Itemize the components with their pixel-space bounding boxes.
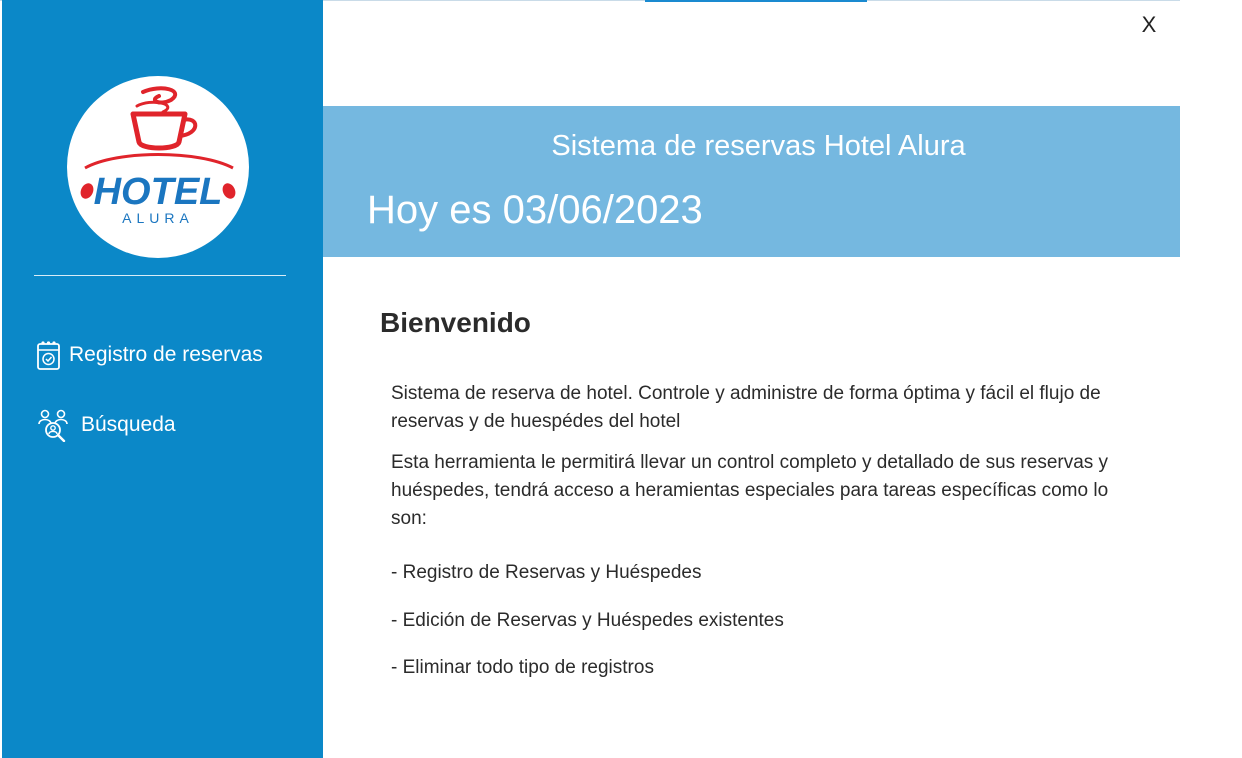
- sidebar-item-label: Registro de reservas: [69, 343, 263, 366]
- sidebar-item-registro-reservas[interactable]: Registro de reservas: [35, 339, 263, 371]
- reservation-calendar-icon: [35, 339, 63, 371]
- sidebar: HOTEL ALURA Registro de reservas Búsqued…: [2, 0, 323, 758]
- welcome-heading: Bienvenido: [380, 307, 531, 338]
- feature-item: - Eliminar todo tipo de registros: [391, 657, 654, 678]
- sidebar-divider: [34, 275, 286, 276]
- header-title: Sistema de reservas Hotel Alura: [551, 130, 966, 162]
- description-paragraph: Sistema de reserva de hotel. Controle y …: [391, 383, 1101, 432]
- hotel-alura-logo: HOTEL ALURA: [67, 76, 249, 258]
- logo-subtitle: ALURA: [122, 210, 194, 226]
- current-date-label: Hoy es 03/06/2023: [367, 188, 703, 232]
- feature-item: - Registro de Reservas y Huéspedes: [391, 562, 702, 583]
- window-top-accent: [645, 0, 867, 2]
- close-button[interactable]: X: [1136, 10, 1162, 40]
- logo-graphic: HOTEL ALURA: [80, 86, 236, 226]
- people-search-icon: [35, 409, 73, 442]
- logo-title: HOTEL: [94, 171, 223, 213]
- sidebar-item-label: Búsqueda: [81, 413, 176, 436]
- sidebar-item-busqueda[interactable]: Búsqueda: [35, 409, 176, 442]
- header-banner: Sistema de reservas Hotel Alura Hoy es 0…: [323, 106, 1180, 257]
- tools-paragraph: Esta herramienta le permitirá llevar un …: [391, 452, 1109, 529]
- feature-item: - Edición de Reservas y Huéspedes existe…: [391, 610, 784, 631]
- window-outside-area: [1180, 0, 1242, 758]
